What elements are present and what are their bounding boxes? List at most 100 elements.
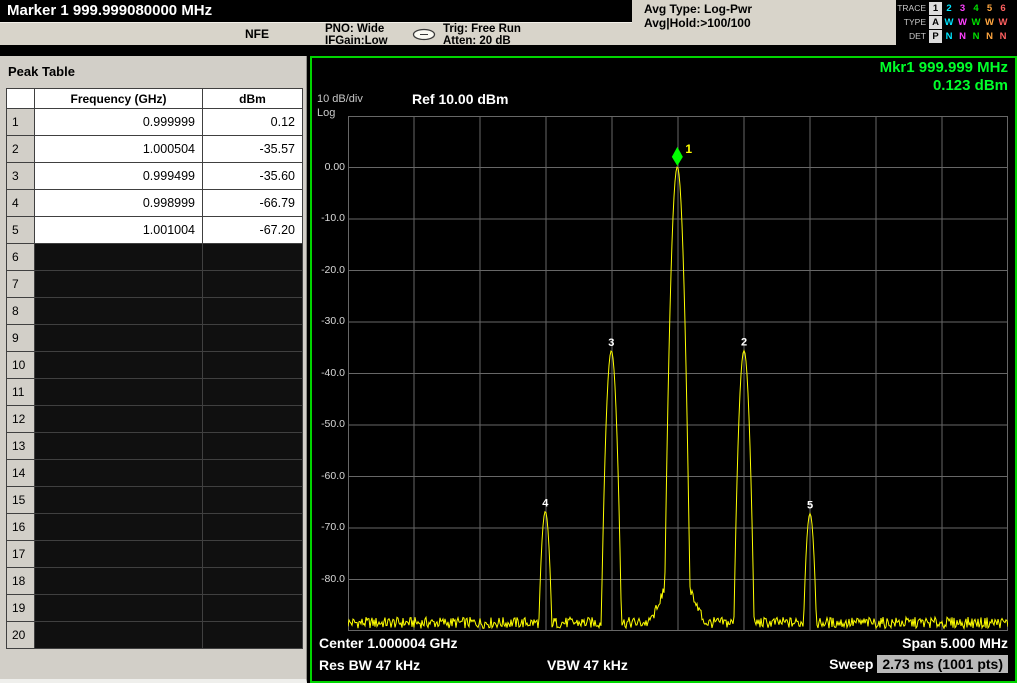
peak-frequency-value <box>35 352 203 379</box>
peak-row-number: 12 <box>7 406 35 433</box>
trace-5-type-cell[interactable]: W <box>983 16 996 29</box>
atten-text: Atten: 20 dB <box>443 36 521 48</box>
peak-row-number: 8 <box>7 298 35 325</box>
trace-3-trace-cell[interactable]: 3 <box>956 2 969 15</box>
status-bar-right: Avg Type: Log-Pwr Avg|Hold:>100/100 <box>632 0 896 45</box>
trace-2-det-cell[interactable]: N <box>943 30 956 43</box>
trace-6-det-cell[interactable]: N <box>997 30 1010 43</box>
trace-1-det-cell[interactable]: P <box>929 30 942 43</box>
peak-table-row: 16 <box>7 514 303 541</box>
peak-dbm-value <box>203 487 303 514</box>
peak-table-row: 9 <box>7 325 303 352</box>
continuous-sweep-icon <box>411 28 437 41</box>
peak-table-row: 14 <box>7 460 303 487</box>
sweep-label: Sweep <box>829 656 873 672</box>
center-freq-annotation: Center 1.000004 GHz <box>319 635 458 651</box>
peak-dbm-value: 0.12 <box>203 109 303 136</box>
trig-text: Trig: Free Run <box>443 24 521 36</box>
log-scale-label: Log <box>317 107 335 119</box>
peak-dbm-value <box>203 622 303 649</box>
peak-dbm-value <box>203 595 303 622</box>
peak-frequency-value <box>35 541 203 568</box>
peak-table-header-row: Frequency (GHz) dBm <box>7 89 303 109</box>
peak-table-row: 15 <box>7 487 303 514</box>
peak-frequency-value <box>35 568 203 595</box>
peak-frequency-value <box>35 460 203 487</box>
trace-5-det-cell[interactable]: N <box>983 30 996 43</box>
peak-dbm-value: -67.20 <box>203 217 303 244</box>
peak-table-title: Peak Table <box>8 64 75 79</box>
peak-dbm-value <box>203 460 303 487</box>
trace-panel-row-det: DETPNNNNN <box>896 29 1017 43</box>
peak-table-row: 6 <box>7 244 303 271</box>
marker-freq-readout: Mkr1 999.999 MHz <box>880 59 1008 77</box>
peak-frequency-value <box>35 379 203 406</box>
peak-row-number: 4 <box>7 190 35 217</box>
peak-table-row: 8 <box>7 298 303 325</box>
trace-1-type-cell[interactable]: A <box>929 16 942 29</box>
peak-dbm-value <box>203 244 303 271</box>
y-axis-label: -70.0 <box>312 521 345 533</box>
trace-panel-label-det: DET <box>896 31 929 41</box>
trace-panel-row-type: TYPEAWWWWW <box>896 15 1017 29</box>
sweep-value-active-function[interactable]: 2.73 ms (1001 pts) <box>877 655 1008 673</box>
peak-frequency-value: 1.001004 <box>35 217 203 244</box>
marker-amp-readout: 0.123 dBm <box>880 77 1008 95</box>
trigger-status-block: Trig: Free Run Atten: 20 dB <box>443 23 521 47</box>
peak-number-label: 4 <box>542 497 549 509</box>
peak-row-number: 13 <box>7 433 35 460</box>
graticule-plot: 12345 <box>348 116 1008 631</box>
pno-status-block: PNO: Wide IFGain:Low <box>325 23 388 47</box>
trace-6-type-cell[interactable]: W <box>997 16 1010 29</box>
peak-row-number: 16 <box>7 514 35 541</box>
peak-frequency-value <box>35 622 203 649</box>
peak-number-label: 5 <box>807 500 813 512</box>
marker-1-number-label: 1 <box>685 142 692 156</box>
ref-level-label: Ref 10.00 dBm <box>412 91 508 107</box>
trace-1-trace-cell[interactable]: 1 <box>929 2 942 15</box>
spectrum-analyzer-screen: Marker 1 999.999080000 MHz Avg Type: Log… <box>0 0 1017 683</box>
trace-4-trace-cell[interactable]: 4 <box>970 2 983 15</box>
trace-6-trace-cell[interactable]: 6 <box>997 2 1010 15</box>
peak-dbm-value <box>203 379 303 406</box>
peak-table-row: 11 <box>7 379 303 406</box>
peak-table-row: 10 <box>7 352 303 379</box>
peak-row-number: 9 <box>7 325 35 352</box>
peak-frequency-value: 0.999499 <box>35 163 203 190</box>
peak-frequency-value: 0.999999 <box>35 109 203 136</box>
span-annotation: Span 5.000 MHz <box>902 635 1008 651</box>
spectrum-display: Mkr1 999.999 MHz 0.123 dBm 10 dB/div Log… <box>310 56 1017 683</box>
trace-4-type-cell[interactable]: W <box>970 16 983 29</box>
pno-text: PNO: Wide <box>325 24 388 36</box>
marker-1-diamond[interactable] <box>672 147 683 166</box>
peak-row-number: 11 <box>7 379 35 406</box>
peak-dbm-value: -35.57 <box>203 136 303 163</box>
peak-frequency-value: 1.000504 <box>35 136 203 163</box>
trace-3-type-cell[interactable]: W <box>956 16 969 29</box>
marker-readout-display: Mkr1 999.999 MHz 0.123 dBm <box>880 59 1008 95</box>
trace-5-trace-cell[interactable]: 5 <box>983 2 996 15</box>
peak-row-number: 7 <box>7 271 35 298</box>
trace-2-trace-cell[interactable]: 2 <box>943 2 956 15</box>
peak-dbm-value <box>203 406 303 433</box>
nfe-status: NFE <box>245 27 269 41</box>
peak-table-row: 21.000504-35.57 <box>7 136 303 163</box>
status-bar-left: NFE PNO: Wide IFGain:Low Trig: Free Run … <box>0 22 632 45</box>
peak-col-number <box>7 89 35 109</box>
avg-hold-text: Avg|Hold:>100/100 <box>644 16 752 30</box>
trace-3-det-cell[interactable]: N <box>956 30 969 43</box>
peak-row-number: 15 <box>7 487 35 514</box>
peak-table-row: 30.999499-35.60 <box>7 163 303 190</box>
peak-row-number: 6 <box>7 244 35 271</box>
ifgain-text: IFGain:Low <box>325 36 388 48</box>
trace-2-type-cell[interactable]: W <box>943 16 956 29</box>
peak-table-row: 12 <box>7 406 303 433</box>
peak-frequency-value <box>35 244 203 271</box>
peak-col-dbm: dBm <box>203 89 303 109</box>
y-axis-label: 0.00 <box>312 161 345 173</box>
trace-4-det-cell[interactable]: N <box>970 30 983 43</box>
peak-row-number: 5 <box>7 217 35 244</box>
peak-frequency-value: 0.998999 <box>35 190 203 217</box>
peak-row-number: 20 <box>7 622 35 649</box>
avg-type-text: Avg Type: Log-Pwr <box>644 2 752 16</box>
